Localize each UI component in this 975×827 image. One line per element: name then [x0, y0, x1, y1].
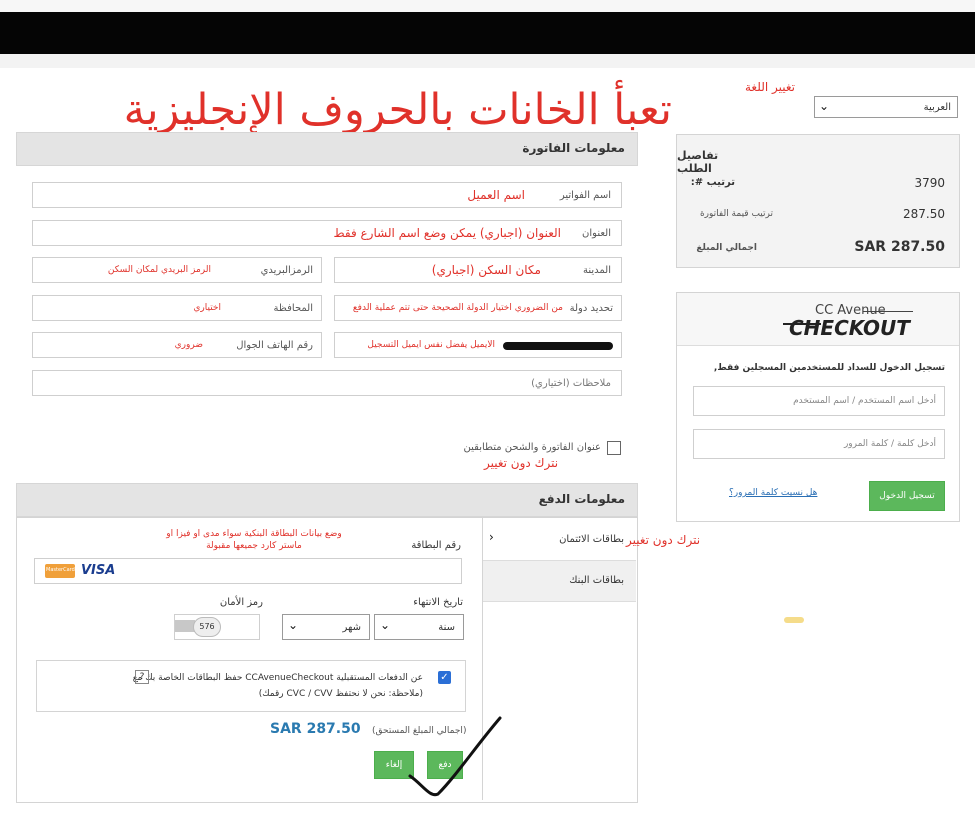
order-title: تفاصيل الطلب — [677, 149, 719, 175]
billing-email-field[interactable]: الايميل يفضل نفس ايميل التسجيل — [334, 332, 622, 358]
shipping-note: نترك دون تغيير — [484, 456, 559, 470]
card-note: وضع بيانات البطاقة البنكية سواء مدى او ف… — [144, 528, 364, 552]
billing-name-label: اسم الفواتير — [559, 190, 611, 201]
cvv-hint: 576 — [193, 617, 221, 637]
shipping-same-checkbox[interactable] — [607, 441, 621, 455]
billing-country-field[interactable]: تحديد دولة من الضروري اختيار الدولة الصح… — [334, 295, 622, 321]
billing-title: معلومات الفاتورة — [522, 141, 625, 155]
billing-address-field[interactable]: العنوان العنوان (اجباري) يمكن وضع اسم ال… — [32, 220, 622, 246]
billing-zip-label: الرمزالبريدي — [260, 265, 313, 276]
headline-annotation: تعبأ الخانات بالحروف الإنجليزية — [123, 85, 672, 135]
billing-phone-note: ضروري — [174, 340, 203, 350]
billing-phone-label: رقم الهاتف الجوال — [236, 340, 313, 351]
billing-city-field[interactable]: المدينة مكان السكن (اجباري) — [334, 257, 622, 283]
forgot-password-link[interactable]: هل نسيت كلمة المرور؟ — [729, 488, 817, 498]
billing-phone-field[interactable]: رقم الهاتف الجوال ضروري — [32, 332, 322, 358]
billing-city-note: مكان السكن (اجباري) — [431, 263, 541, 277]
save-card-checkbox[interactable]: ✓ — [438, 671, 451, 684]
billing-notes-field[interactable]: (ملاحظات (اختياري — [32, 370, 622, 396]
save-card-line1: حفظ البطاقات الخاصة بك مع CCAvenueChecko… — [132, 673, 423, 683]
billing-city-label: المدينة — [582, 265, 611, 276]
shipping-same-label: عنوان الفاتورة والشحن متطابقين — [463, 442, 602, 453]
chevron-down-icon: ⌄ — [380, 618, 391, 632]
billing-address-note: العنوان (اجباري) يمكن وضع اسم الشارع فقط — [333, 226, 561, 240]
total-label: اجمالي المبلغ — [696, 243, 757, 253]
payment-title: معلومات الدفع — [538, 492, 625, 506]
login-panel: CC Avenue CHECKOUT ,تسجيل الدخول للسداد … — [676, 292, 960, 522]
username-placeholder: أدخل اسم المستخدم / اسم المستخدم — [793, 396, 936, 406]
billing-state-note: اختياري — [193, 303, 221, 313]
invoice-label: ترتيب قيمة الفاتورة — [699, 209, 773, 219]
login-username-input[interactable]: أدخل اسم المستخدم / اسم المستخدم — [693, 386, 945, 416]
tab-credit-label: بطاقات الائتمان — [559, 534, 624, 545]
language-label: تغيير اللغة — [745, 80, 795, 94]
invoice-value: 287.50 — [903, 207, 945, 221]
checkmark-annotation-icon — [408, 716, 502, 797]
chevron-down-icon: ⌄ — [288, 618, 299, 632]
cvv-input[interactable]: 576 — [174, 614, 260, 640]
chevron-down-icon: ⌄ — [819, 99, 830, 113]
billing-country-label: تحديد دولة — [569, 303, 613, 314]
order-details-panel: تفاصيل الطلب :# ترتيب 3790 ترتيب قيمة ال… — [676, 134, 960, 268]
year-option: سنة — [438, 622, 455, 633]
email-redaction — [503, 342, 613, 350]
billing-zip-field[interactable]: الرمزالبريدي الرمز البريدي لمكان السكن — [32, 257, 322, 283]
expiry-month-select[interactable]: ⌄ شهر — [282, 614, 370, 640]
top-strip — [0, 0, 975, 12]
language-selected: العربية — [923, 102, 951, 113]
help-icon[interactable]: ? — [135, 670, 149, 684]
login-intro: ,تسجيل الدخول للسداد للمستخدمين المسجلين… — [713, 363, 945, 373]
billing-name-note: اسم العميل — [467, 188, 525, 202]
visa-icon: VISA — [81, 563, 116, 578]
password-placeholder: أدخل كلمة / كلمة المرور — [843, 439, 936, 449]
chevron-left-icon: › — [489, 530, 494, 544]
billing-country-note: من الضروري اختيار الدولة الصحيحة حتى تتم… — [352, 303, 563, 313]
order-num-label: :# ترتيب — [690, 177, 735, 188]
save-card-box: ✓ حفظ البطاقات الخاصة بك مع CCAvenueChec… — [36, 660, 466, 712]
expiry-year-select[interactable]: ⌄ سنة — [374, 614, 464, 640]
order-num: 3790 — [914, 176, 945, 190]
brand-underline — [863, 311, 913, 312]
brand-bottom: CHECKOUT — [789, 316, 910, 340]
cvv-label: رمز الأمان — [219, 597, 263, 608]
billing-header: معلومات الفاتورة — [16, 132, 638, 166]
expiry-label: تاريخ الانتهاء — [413, 597, 463, 608]
card-back-icon — [175, 620, 195, 632]
month-option: شهر — [342, 622, 361, 633]
billing-state-field[interactable]: المحافظة اختياري — [32, 295, 322, 321]
card-note-line1: وضع بيانات البطاقة البنكية سواء مدى او ف… — [166, 529, 342, 539]
card-number-input[interactable]: MasterCard VISA — [34, 558, 462, 584]
tab-credit-note: نترك دون تغيير — [626, 533, 701, 547]
total-due-value: SAR 287.50 — [270, 721, 361, 737]
tab-credit-cards[interactable]: › بطاقات الائتمان — [483, 518, 636, 560]
language-select[interactable]: ⌄ العربية — [814, 96, 958, 118]
login-password-input[interactable]: أدخل كلمة / كلمة المرور — [693, 429, 945, 459]
tab-bank-cards[interactable]: بطاقات البنك — [483, 560, 636, 602]
card-note-line2: ماستر كارد جميعها مقبولة — [206, 541, 302, 551]
mastercard-icon: MasterCard — [45, 564, 75, 578]
card-number-label: رقم البطاقة — [411, 540, 461, 551]
billing-notes-placeholder: (ملاحظات (اختياري — [531, 378, 611, 389]
save-card-line2: (رقمك CVC / CVV ملاحظة: نحن لا نحتفظ) — [258, 689, 423, 699]
redaction-bar — [0, 12, 975, 54]
login-button[interactable]: تسجيل الدخول — [869, 481, 945, 511]
billing-address-label: العنوان — [582, 228, 611, 239]
decorative-dash — [784, 617, 804, 623]
billing-email-note: الايميل يفضل نفس ايميل التسجيل — [367, 340, 495, 350]
brand-swoosh — [783, 323, 821, 325]
billing-zip-note: الرمز البريدي لمكان السكن — [107, 265, 211, 275]
tab-bank-label: بطاقات البنك — [569, 575, 624, 586]
payment-header: معلومات الدفع — [16, 483, 638, 517]
total-value: SAR 287.50 — [854, 239, 945, 255]
billing-name-field[interactable]: اسم الفواتير اسم العميل — [32, 182, 622, 208]
billing-state-label: المحافظة — [273, 303, 313, 314]
